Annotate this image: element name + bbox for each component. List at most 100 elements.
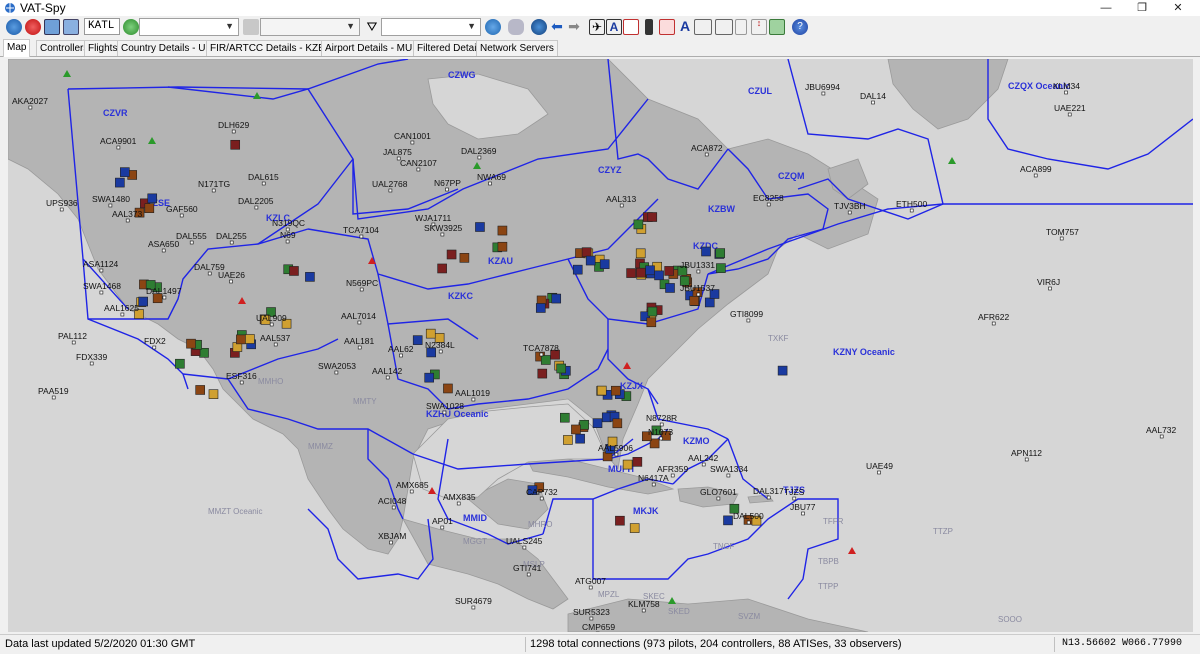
callsign-label[interactable]: TOM757	[1046, 227, 1079, 237]
callsign-label[interactable]: VIR6J	[1037, 277, 1060, 287]
controller-marker[interactable]	[579, 419, 589, 430]
callsign-label[interactable]: DAL1497	[146, 286, 182, 296]
aircraft-dot[interactable]	[359, 234, 364, 239]
callsign-label[interactable]: AAL537	[260, 333, 291, 343]
aircraft-dot[interactable]	[716, 496, 721, 501]
aircraft-dot[interactable]	[440, 525, 445, 530]
sector-label[interactable]: TNCF	[713, 542, 734, 551]
cloud-icon[interactable]	[508, 19, 524, 35]
tab-map[interactable]: Map	[3, 39, 31, 57]
globe-settings-icon[interactable]	[44, 19, 60, 35]
second-combo[interactable]: ▼	[260, 18, 360, 36]
callsign-label[interactable]: AP01	[432, 516, 453, 526]
controller-marker[interactable]	[647, 212, 658, 222]
aircraft-dot[interactable]	[539, 496, 544, 501]
aircraft-dot[interactable]	[152, 345, 157, 350]
controller-marker[interactable]	[572, 264, 583, 275]
aircraft-dot[interactable]	[1024, 457, 1029, 462]
filter-icon[interactable]: ⛛	[364, 19, 380, 35]
aircraft-dot[interactable]	[1159, 434, 1164, 439]
controller-marker[interactable]	[633, 219, 644, 230]
aircraft-dot[interactable]	[670, 473, 675, 478]
sector-label[interactable]: CZVR	[103, 108, 128, 118]
aircraft-dot[interactable]	[51, 395, 56, 400]
sector-label[interactable]: KZBW	[708, 204, 735, 214]
aircraft-dot[interactable]	[488, 181, 492, 186]
aircraft-dot[interactable]	[211, 188, 216, 193]
callsign-label[interactable]: DLH629	[218, 120, 249, 130]
sector-label[interactable]: TTPP	[818, 582, 838, 591]
maximize-button[interactable]: ❐	[1124, 0, 1160, 16]
aircraft-dot[interactable]	[389, 540, 393, 545]
label-kjfk-icon[interactable]	[715, 19, 733, 35]
aircraft-dot[interactable]	[1059, 236, 1064, 241]
aircraft-dot[interactable]	[285, 239, 290, 244]
aircraft-dot[interactable]	[847, 210, 852, 215]
aircraft-dot[interactable]	[471, 397, 476, 402]
callsign-label[interactable]: AAL1019	[455, 388, 490, 398]
callsign-label[interactable]: AAL62	[388, 344, 414, 354]
export-icon[interactable]	[769, 19, 785, 35]
controller-marker[interactable]	[412, 335, 423, 345]
callsign-label[interactable]: UAE26	[218, 270, 245, 280]
controller-marker[interactable]	[777, 365, 788, 376]
sector-label[interactable]: MMMZ	[308, 442, 333, 451]
aircraft-icon[interactable]: ✈	[589, 19, 605, 35]
sector-label[interactable]: TXKF	[768, 334, 789, 343]
label-toggle-icon[interactable]: A	[606, 19, 622, 35]
disconnect-icon[interactable]	[25, 19, 41, 35]
filter-combo[interactable]: ▼	[381, 18, 481, 36]
controller-marker[interactable]	[535, 303, 546, 313]
window-icon[interactable]	[63, 19, 79, 35]
aircraft-dot[interactable]	[801, 511, 805, 516]
callsign-label[interactable]: FDX2	[144, 336, 166, 346]
controller-marker[interactable]	[551, 293, 562, 304]
callsign-label[interactable]: N67PP	[434, 178, 461, 188]
callsign-label[interactable]: DAL2369	[461, 146, 497, 156]
controller-marker[interactable]	[446, 249, 457, 260]
callsign-label[interactable]: AAL7014	[341, 311, 376, 321]
callsign-label[interactable]: JBU77	[790, 502, 816, 512]
sort-icon[interactable]: ↕	[751, 19, 767, 35]
callsign-label[interactable]: ACA9901	[100, 136, 137, 146]
callsign-label[interactable]: AAL1625	[104, 303, 139, 313]
copy-icon[interactable]	[243, 19, 259, 35]
controller-marker[interactable]	[120, 167, 130, 177]
callsign-label[interactable]: SWA1334	[710, 464, 748, 474]
aircraft-dot[interactable]	[179, 213, 184, 218]
traffic-triangle[interactable]	[948, 157, 956, 164]
aircraft-dot[interactable]	[388, 188, 393, 193]
callsign-label[interactable]: DAL317	[753, 486, 784, 496]
callsign-label[interactable]: UAL2768	[372, 179, 408, 189]
controller-marker[interactable]	[497, 241, 508, 252]
callsign-label[interactable]: ETH500	[896, 199, 927, 209]
sector-label[interactable]: SOOO	[998, 615, 1022, 624]
callsign-label[interactable]: JBU1537	[680, 283, 715, 293]
aircraft-dot[interactable]	[1033, 173, 1038, 178]
font-icon[interactable]: A	[677, 19, 693, 35]
go-icon[interactable]	[123, 19, 139, 35]
callsign-label[interactable]: AKA2027	[12, 96, 48, 106]
callsign-label[interactable]: CMP659	[582, 622, 615, 632]
callsign-label[interactable]: AFR622	[978, 312, 1009, 322]
callsign-label[interactable]: UALS245	[506, 536, 543, 546]
callsign-label[interactable]: AAL5906	[598, 443, 633, 453]
aircraft-dot[interactable]	[909, 208, 914, 213]
aircraft-dot[interactable]	[471, 605, 476, 610]
controller-marker[interactable]	[199, 347, 209, 358]
controller-marker[interactable]	[704, 297, 715, 308]
callsign-label[interactable]: ACA872	[691, 143, 723, 153]
callsign-label[interactable]: SWA1468	[83, 281, 121, 291]
aircraft-dot[interactable]	[526, 572, 531, 577]
callsign-label[interactable]: SWA2053	[318, 361, 356, 371]
aircraft-dot[interactable]	[614, 452, 619, 457]
controller-marker[interactable]	[147, 193, 158, 204]
sector-label[interactable]: KZAU	[488, 256, 513, 266]
controller-marker[interactable]	[622, 459, 633, 470]
callsign-label[interactable]: AAL313	[606, 194, 637, 204]
controller-marker[interactable]	[138, 296, 148, 307]
callsign-label[interactable]: JBU1331	[680, 260, 715, 270]
aircraft-dot[interactable]	[991, 321, 996, 326]
callsign-label[interactable]: TCA7878	[523, 343, 559, 353]
callsign-label[interactable]: DAL255	[216, 231, 247, 241]
